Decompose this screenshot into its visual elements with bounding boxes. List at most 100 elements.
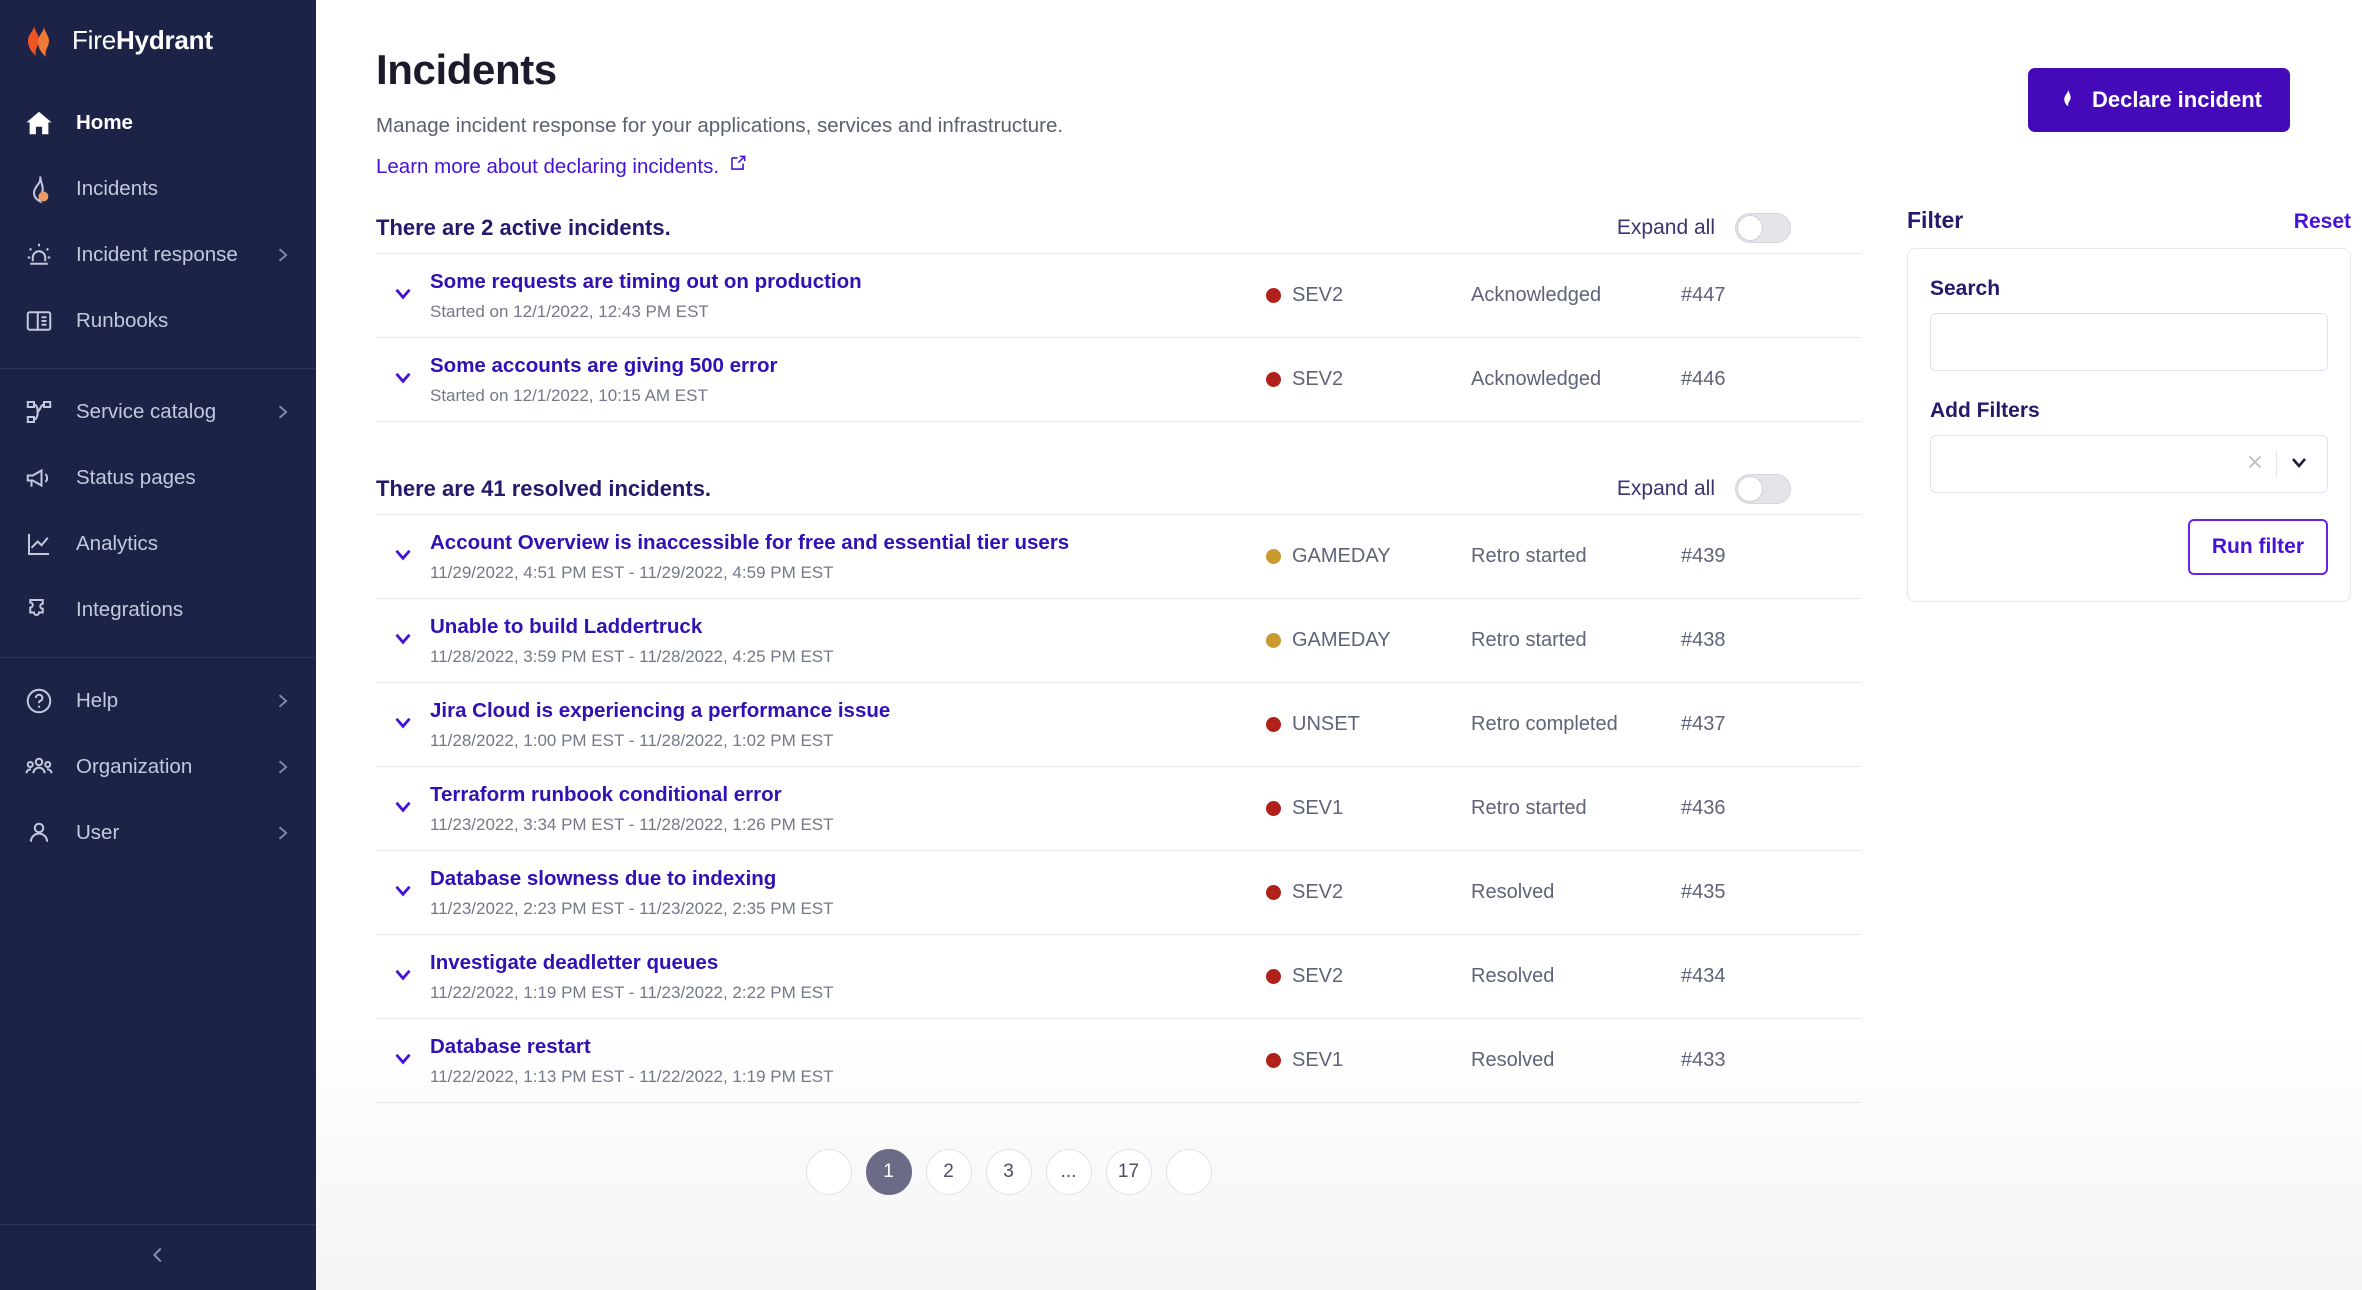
table-row[interactable]: Jira Cloud is experiencing a performance… (376, 683, 1861, 767)
incident-title[interactable]: Investigate deadletter queues (430, 950, 1246, 976)
select-divider (2276, 451, 2277, 477)
row-expand-toggle[interactable] (376, 961, 430, 992)
chevron-down-icon[interactable] (390, 280, 416, 311)
table-row[interactable]: Terraform runbook conditional error 11/23… (376, 767, 1861, 851)
chevron-left-icon (147, 1244, 169, 1271)
incident-title[interactable]: Database slowness due to indexing (430, 866, 1246, 892)
incident-severity: GAMEDAY (1266, 629, 1471, 652)
chevron-down-icon[interactable] (2287, 450, 2311, 479)
add-filters-select[interactable] (1930, 435, 2328, 493)
sidebar-item-organization[interactable]: Organization (0, 734, 316, 800)
active-expand-all[interactable]: Expand all (1617, 213, 1791, 243)
pagination-next-button[interactable] (1165, 1149, 1212, 1195)
table-row[interactable]: Database restart 11/22/2022, 1:13 PM EST … (376, 1019, 1861, 1103)
chevron-down-icon[interactable] (390, 793, 416, 824)
sidebar-item-integrations[interactable]: Integrations (0, 577, 316, 643)
brand-name-light: Fire (72, 24, 116, 55)
incident-title[interactable]: Database restart (430, 1034, 1246, 1060)
sidebar-item-incidents[interactable]: Incidents (0, 156, 316, 222)
flame-incidents-icon (22, 172, 56, 206)
incident-title[interactable]: Jira Cloud is experiencing a performance… (430, 698, 1246, 724)
pagination-page-button[interactable]: 3 (985, 1149, 1032, 1195)
severity-dot (1266, 549, 1281, 564)
table-row[interactable]: Some requests are timing out on producti… (376, 254, 1861, 338)
search-input[interactable] (1930, 313, 2328, 371)
incident-title[interactable]: Some accounts are giving 500 error (430, 353, 1246, 379)
chevron-down-icon[interactable] (390, 877, 416, 908)
expand-all-toggle[interactable] (1735, 213, 1791, 243)
pagination-page-button[interactable]: 17 (1105, 1149, 1152, 1195)
learn-more-link[interactable]: Learn more about declaring incidents. (376, 154, 747, 179)
severity-label: SEV2 (1292, 368, 1344, 390)
incident-number: #446 (1681, 368, 1726, 390)
sidebar-item-label: Service catalog (76, 400, 217, 423)
sidebar-item-analytics[interactable]: Analytics (0, 511, 316, 577)
pagination-page-button[interactable]: 1 (865, 1149, 912, 1195)
sidebar-item-runbooks[interactable]: Runbooks (0, 288, 316, 354)
toggle-knob (1737, 215, 1763, 241)
resolved-expand-all[interactable]: Expand all (1617, 474, 1791, 504)
chevron-down-icon[interactable] (390, 625, 416, 656)
close-x-icon[interactable] (2244, 451, 2266, 478)
expand-all-toggle[interactable] (1735, 474, 1791, 504)
active-section-title: There are 2 active incidents. (376, 215, 671, 240)
severity-dot (1266, 969, 1281, 984)
sidebar-item-user[interactable]: User (0, 800, 316, 866)
chevron-right-icon (272, 823, 292, 843)
chevron-down-icon[interactable] (390, 364, 416, 395)
table-row[interactable]: Database slowness due to indexing 11/23/2… (376, 851, 1861, 935)
sidebar-collapse-button[interactable] (0, 1224, 316, 1290)
sidebar-item-incident-response[interactable]: Incident response (0, 222, 316, 288)
sidebar-item-label: Integrations (76, 598, 184, 621)
people-group-icon (22, 750, 56, 784)
filter-card: Search Add Filters Run filter (1907, 248, 2351, 602)
chevron-down-icon[interactable] (390, 1045, 416, 1076)
row-expand-toggle[interactable] (376, 709, 430, 740)
row-expand-toggle[interactable] (376, 625, 430, 656)
chevron-down-icon[interactable] (390, 961, 416, 992)
incident-severity: SEV2 (1266, 368, 1471, 391)
incident-number: #433 (1681, 1049, 1726, 1071)
sidebar-item-status-pages[interactable]: Status pages (0, 445, 316, 511)
table-row[interactable]: Investigate deadletter queues 11/22/2022,… (376, 935, 1861, 1019)
incident-timestamp: 11/23/2022, 3:34 PM EST - 11/28/2022, 1:… (430, 814, 834, 834)
row-expand-toggle[interactable] (376, 280, 430, 311)
table-row[interactable]: Account Overview is inaccessible for fre… (376, 515, 1861, 599)
chevron-down-icon[interactable] (390, 709, 416, 740)
resolved-section-header: There are 41 resolved incidents. Expand … (376, 474, 1861, 514)
incident-title[interactable]: Account Overview is inaccessible for fre… (430, 530, 1246, 556)
pagination-page-button[interactable]: 2 (925, 1149, 972, 1195)
run-filter-button[interactable]: Run filter (2187, 519, 2328, 575)
declare-incident-button[interactable]: Declare incident (2028, 68, 2290, 132)
sidebar-item-help[interactable]: Help (0, 668, 316, 734)
row-expand-toggle[interactable] (376, 541, 430, 572)
row-expand-toggle[interactable] (376, 877, 430, 908)
pagination-prev-button[interactable] (805, 1149, 852, 1195)
incident-lists-column: There are 2 active incidents. Expand all… (316, 179, 1861, 1195)
filter-reset-link[interactable]: Reset (2294, 210, 2351, 234)
row-expand-toggle[interactable] (376, 1045, 430, 1076)
row-expand-toggle[interactable] (376, 364, 430, 395)
expand-all-label: Expand all (1616, 477, 1715, 500)
question-circle-icon (22, 684, 56, 718)
table-row[interactable]: Unable to build Laddertruck 11/28/2022, 3… (376, 599, 1861, 683)
incident-number: #434 (1681, 965, 1726, 987)
row-expand-toggle[interactable] (376, 793, 430, 824)
filter-header: Filter Reset (1907, 207, 2351, 234)
incident-title[interactable]: Terraform runbook conditional error (430, 782, 1246, 808)
severity-label: SEV1 (1292, 1049, 1344, 1071)
brand[interactable]: FireHydrant (0, 0, 316, 80)
sidebar-item-service-catalog[interactable]: Service catalog (0, 379, 316, 445)
chevron-down-icon[interactable] (390, 541, 416, 572)
sidebar-item-label: Runbooks (76, 309, 169, 332)
filter-actions: Run filter (1930, 519, 2328, 575)
sidebar-item-home[interactable]: Home (0, 90, 316, 156)
table-row[interactable]: Some accounts are giving 500 error Starte… (376, 338, 1861, 422)
incident-status: Retro started (1471, 545, 1587, 567)
incident-title[interactable]: Some requests are timing out on producti… (430, 269, 1246, 295)
incident-title[interactable]: Unable to build Laddertruck (430, 614, 1246, 640)
sidebar-group-primary: Home Incidents Incident response Runbook… (0, 80, 316, 368)
incident-severity: UNSET (1266, 713, 1471, 736)
search-label: Search (1930, 277, 2001, 300)
home-icon (22, 106, 56, 140)
